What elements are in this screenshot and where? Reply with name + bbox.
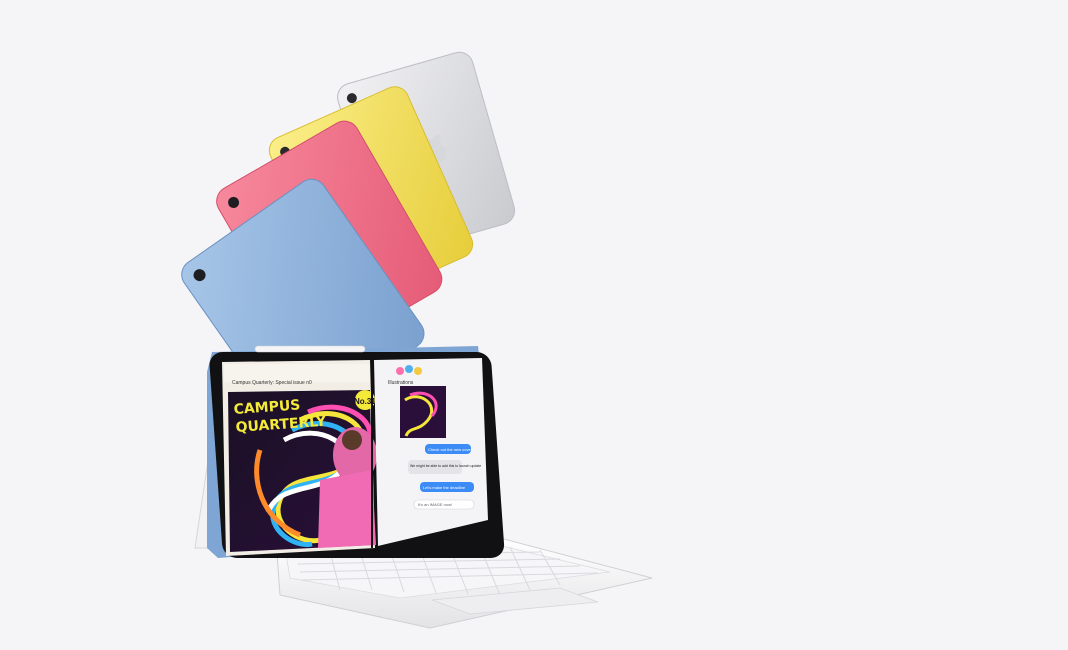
svg-text:We might be able to add this t: We might be able to add this to launch u… [410,464,481,468]
apple-pencil [254,345,366,353]
svg-text:It's an IMAGE now!: It's an IMAGE now! [418,502,452,507]
ipad-family-illustration: Campus Quarterly: Special issue n0 CAMPU… [181,51,653,629]
svg-text:Let's make the deadline: Let's make the deadline [423,485,466,490]
svg-text:Check out the new cover!: Check out the new cover! [428,447,473,452]
chat-header: Illustrations [388,380,414,386]
document-title: Campus Quarterly: Special issue n0 [232,380,312,386]
product-hero-image: Campus Quarterly: Special issue n0 CAMPU… [0,0,1068,650]
ipad-screen: Campus Quarterly: Special issue n0 CAMPU… [222,358,488,556]
